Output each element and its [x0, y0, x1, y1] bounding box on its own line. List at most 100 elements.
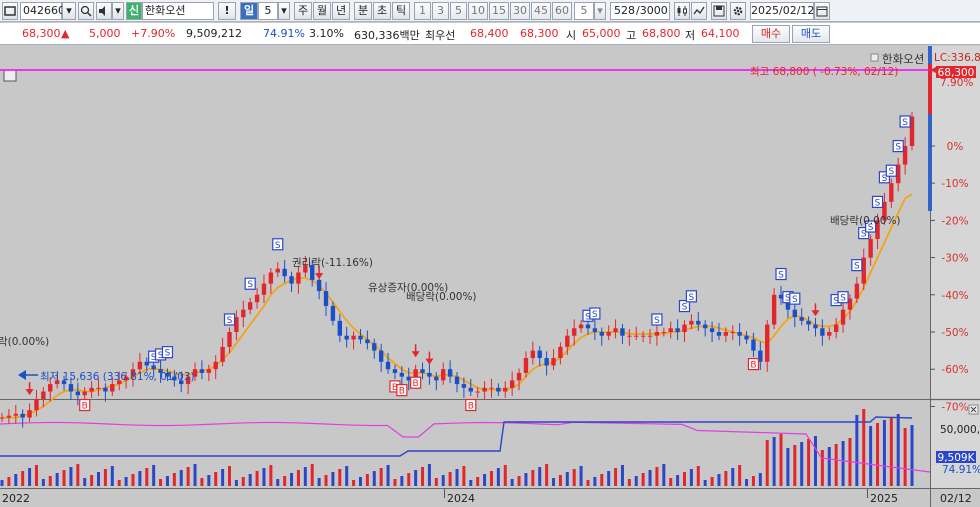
- period-count-input[interactable]: 5: [258, 2, 278, 20]
- chart-menu-icon[interactable]: [3, 69, 17, 82]
- sound-dropdown-icon[interactable]: ▾: [112, 2, 124, 20]
- candle-body: [323, 291, 329, 306]
- candle-body: [34, 398, 39, 411]
- data-max-label: /3000: [636, 2, 670, 20]
- period-week-button[interactable]: 주: [294, 2, 312, 20]
- volume-bar: [310, 464, 314, 486]
- date-input[interactable]: 2025/02/12: [750, 2, 814, 20]
- buy-button[interactable]: 매수: [752, 25, 790, 43]
- volume-bar: [138, 471, 142, 486]
- candle-body: [199, 369, 205, 373]
- sound-icon[interactable]: [96, 2, 112, 20]
- data-count-input[interactable]: 528: [610, 2, 636, 20]
- volume-bar: [627, 479, 631, 486]
- settings-gear-icon[interactable]: [730, 2, 746, 20]
- volume-ratio: 74.91%: [263, 27, 305, 40]
- volume-bar: [21, 471, 25, 486]
- volume-bar: [338, 469, 342, 486]
- period-month-button[interactable]: 월: [313, 2, 331, 20]
- candle-body: [13, 413, 18, 416]
- volume-bar: [152, 465, 156, 486]
- sell-signal-label: S: [585, 312, 591, 322]
- interval-5-button[interactable]: 5: [450, 2, 467, 20]
- volume-bar: [317, 478, 321, 486]
- volume-bar: [655, 467, 659, 486]
- candle-body: [799, 317, 804, 321]
- candle-body: [68, 384, 74, 392]
- candle-body: [137, 361, 143, 370]
- interval-60-button[interactable]: 60: [552, 2, 572, 20]
- x-axis-label: 2022: [2, 492, 30, 505]
- stock-chart[interactable]: 0%-10%-20%-30%-40%-50%-60%-70%S S SSSSSSSS…: [0, 46, 980, 507]
- candle-body: [241, 309, 246, 318]
- volume-bar: [910, 425, 914, 486]
- interval-30-button[interactable]: 30: [510, 2, 530, 20]
- period-second-button[interactable]: 초: [373, 2, 391, 20]
- period-day-button[interactable]: 일: [240, 2, 258, 20]
- interval-10-button[interactable]: 10: [468, 2, 488, 20]
- volume-bar: [110, 466, 114, 486]
- candle-body: [434, 376, 439, 381]
- volume-bar: [545, 464, 549, 486]
- volume-bar: [97, 472, 101, 486]
- candle-body: [89, 387, 94, 392]
- interval-15-button[interactable]: 15: [489, 2, 509, 20]
- volume-tag-label: 9,509K: [938, 452, 976, 464]
- stock-name-field[interactable]: 한화오션: [142, 2, 214, 20]
- search-icon[interactable]: [78, 2, 94, 20]
- candle-body: [392, 369, 398, 373]
- low-price: 64,100: [701, 27, 740, 40]
- candle-body: [771, 294, 777, 325]
- volume-bar: [724, 471, 728, 486]
- sell-signal-label: S: [689, 293, 695, 303]
- period-year-button[interactable]: 년: [332, 2, 350, 20]
- candle-body: [696, 320, 701, 325]
- sell-signal-label: S: [875, 198, 881, 208]
- sell-signal-label: S: [792, 295, 798, 305]
- chart-title-icon[interactable]: [870, 53, 879, 62]
- volume-bar: [476, 477, 480, 486]
- volume-bar: [324, 475, 328, 486]
- volume-bar: [441, 475, 445, 486]
- volume-bar: [510, 479, 514, 486]
- volume-bar: [683, 472, 686, 486]
- interval-dropdown-icon[interactable]: ▾: [594, 2, 606, 20]
- interval-3-button[interactable]: 3: [432, 2, 449, 20]
- save-icon[interactable]: [711, 2, 727, 20]
- candle-body: [378, 350, 384, 362]
- volume-bar: [365, 474, 369, 486]
- period-tick-button[interactable]: 틱: [392, 2, 410, 20]
- volume-bar: [414, 470, 418, 486]
- candle-body: [833, 324, 839, 332]
- volume-bar: [676, 475, 680, 486]
- min-price-label: 최저 15,636 (336.81%, 01/03): [40, 371, 195, 383]
- sell-signal-label: S: [227, 316, 233, 326]
- interval-count-input[interactable]: 5: [574, 2, 594, 20]
- calendar-icon[interactable]: [814, 2, 830, 20]
- window-icon[interactable]: [2, 2, 18, 20]
- volume-bar: [131, 474, 135, 486]
- interval-1-button[interactable]: 1: [414, 2, 431, 20]
- alert-button[interactable]: !: [218, 2, 236, 20]
- period-count-dropdown-icon[interactable]: ▾: [278, 2, 290, 20]
- period-minute-button[interactable]: 분: [354, 2, 372, 20]
- volume-bar: [283, 476, 287, 486]
- volume-bar: [0, 480, 4, 486]
- volume-bar: [41, 479, 45, 486]
- low-label: 저: [685, 29, 696, 42]
- volume-bar: [421, 467, 425, 486]
- candle-body: [20, 413, 25, 418]
- stock-code-input[interactable]: 042660: [20, 2, 65, 20]
- volume-bar: [889, 417, 893, 486]
- chart-type-icon[interactable]: [674, 2, 690, 20]
- volume-bar: [379, 468, 383, 486]
- sell-button[interactable]: 매도: [792, 25, 830, 43]
- interval-45-button[interactable]: 45: [531, 2, 551, 20]
- volume-bar: [276, 479, 280, 486]
- candle-body: [585, 324, 591, 329]
- price-panel: [0, 46, 930, 398]
- volume-bar: [62, 470, 66, 486]
- compare-icon[interactable]: [691, 2, 707, 20]
- code-dropdown-icon[interactable]: ▾: [62, 2, 76, 20]
- volume-bar: [800, 442, 804, 486]
